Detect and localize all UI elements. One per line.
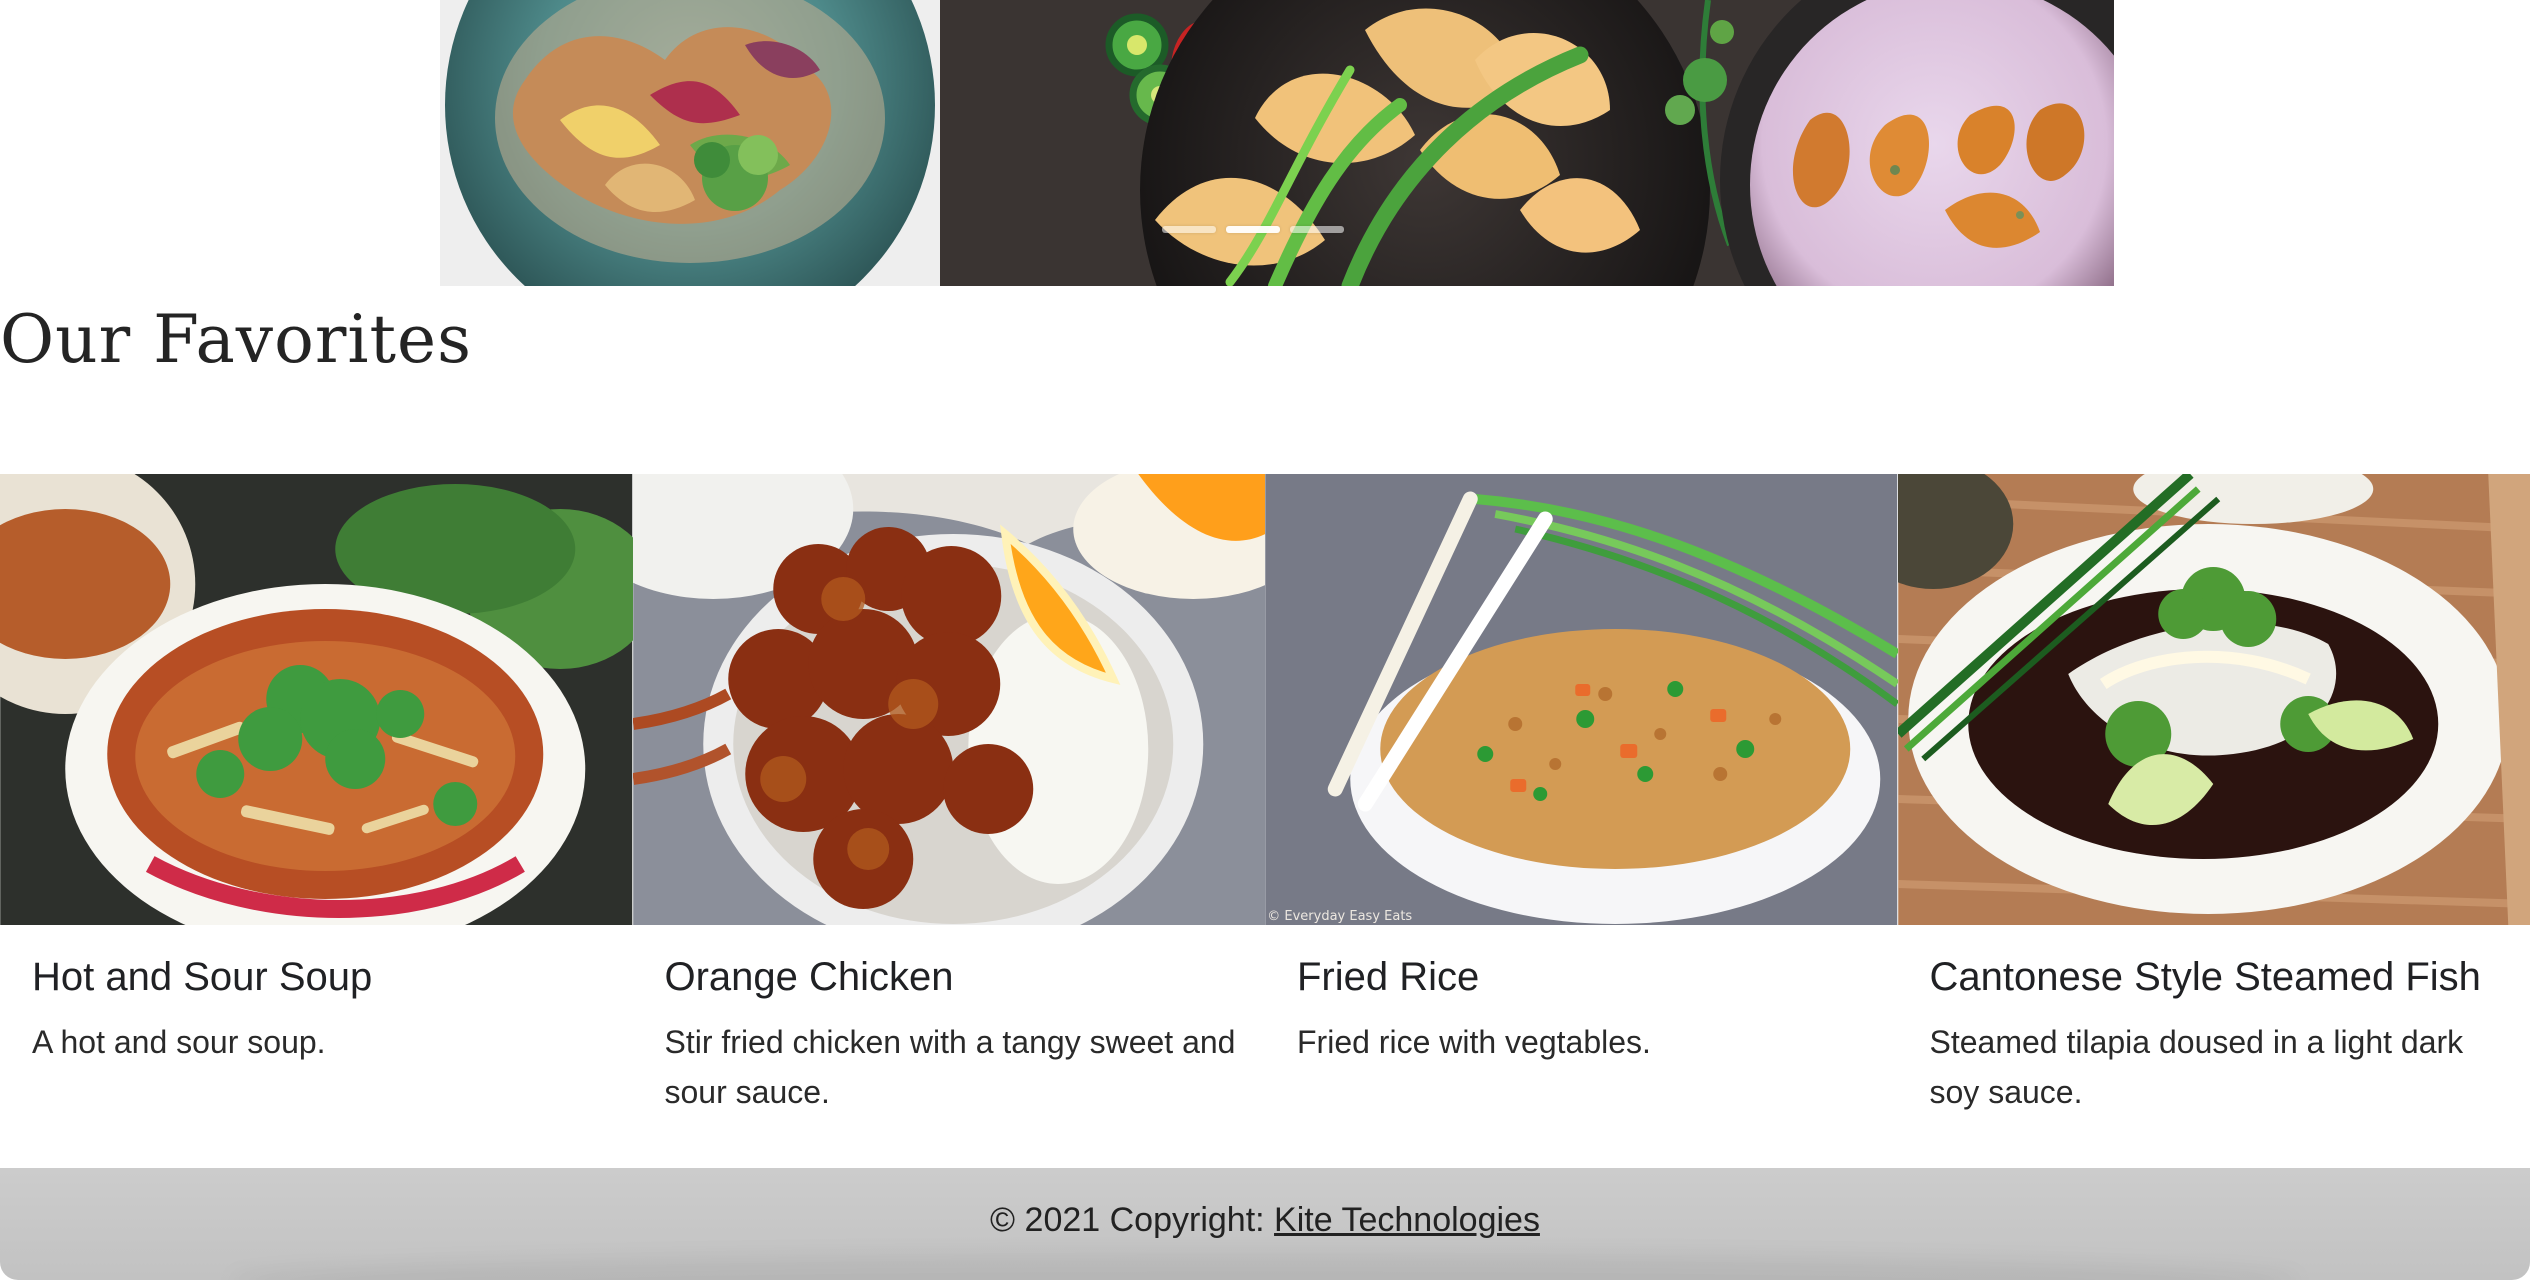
orange-chicken-image xyxy=(632,474,1265,925)
card-description: Stir fried chicken with a tangy sweet an… xyxy=(664,1024,1236,1110)
hero-carousel[interactable] xyxy=(440,0,2114,286)
card-description: A hot and sour soup. xyxy=(32,1024,326,1060)
card-fried-rice[interactable]: © Everyday Easy Eats Fried Rice Fried ri… xyxy=(1265,474,1898,1168)
favorites-cards: Hot and Sour Soup A hot and sour soup. O… xyxy=(0,474,2530,1168)
section-title: Our Favorites xyxy=(0,301,472,378)
card-description: Fried rice with vegtables. xyxy=(1297,1024,1651,1060)
card-hot-and-sour-soup[interactable]: Hot and Sour Soup A hot and sour soup. xyxy=(0,474,633,1168)
card-description: Steamed tilapia doused in a light dark s… xyxy=(1929,1024,2464,1110)
card-title: Cantonese Style Steamed Fish xyxy=(1929,955,2481,999)
hot-and-sour-soup-image xyxy=(0,474,633,925)
card-title: Fried Rice xyxy=(1297,955,1480,999)
fried-rice-image: © Everyday Easy Eats xyxy=(1265,474,1898,925)
card-orange-chicken[interactable]: Orange Chicken Stir fried chicken with a… xyxy=(632,474,1265,1168)
site-footer: © 2021 Copyright: Kite Technologies xyxy=(0,1168,2530,1280)
carousel-indicator-1[interactable] xyxy=(1162,226,1216,233)
card-cantonese-style-steamed-fish[interactable]: Cantonese Style Steamed Fish Steamed til… xyxy=(1897,474,2530,1168)
card-title: Orange Chicken xyxy=(664,955,954,999)
carousel-indicators xyxy=(1162,226,1344,233)
steamed-fish-image xyxy=(1897,474,2530,925)
hero-food-image xyxy=(440,0,2114,286)
carousel-indicator-3[interactable] xyxy=(1290,226,1344,233)
card-body: Orange Chicken Stir fried chicken with a… xyxy=(665,954,1240,1117)
carousel-indicator-2[interactable] xyxy=(1226,226,1280,233)
copyright-text: © 2021 Copyright: Kite Technologies xyxy=(0,1201,2530,1240)
copyright-prefix: © 2021 Copyright: xyxy=(990,1201,1275,1239)
image-caption: © Everyday Easy Eats xyxy=(1267,909,1412,924)
kite-technologies-link[interactable]: Kite Technologies xyxy=(1274,1201,1540,1239)
card-body: Fried Rice Fried rice with vegtables. xyxy=(1297,954,1872,1068)
card-body: Cantonese Style Steamed Fish Steamed til… xyxy=(1930,954,2505,1117)
card-body: Hot and Sour Soup A hot and sour soup. xyxy=(32,954,607,1068)
card-title: Hot and Sour Soup xyxy=(32,955,373,999)
